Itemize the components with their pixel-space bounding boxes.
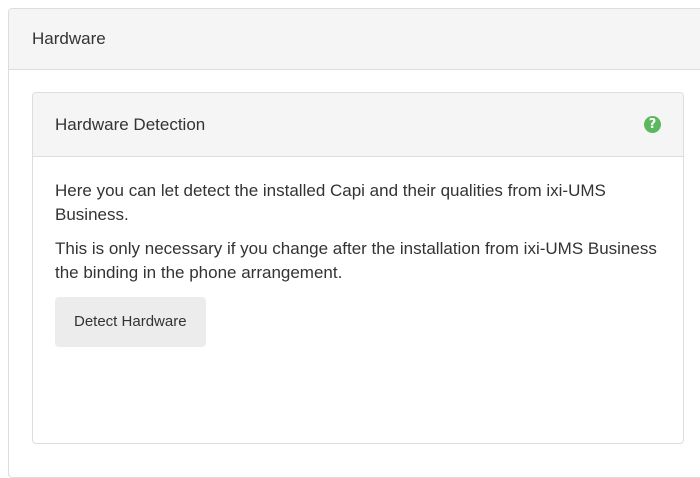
description-paragraph-2: This is only necessary if you change aft… <box>55 239 657 282</box>
detect-hardware-button[interactable]: Detect Hardware <box>55 297 206 347</box>
hardware-detection-body: Here you can let detect the installed Ca… <box>33 157 683 347</box>
hardware-detection-panel: Hardware Detection ? Here you can let de… <box>32 92 684 444</box>
hardware-panel: Hardware Hardware Detection ? Here you c… <box>8 8 700 478</box>
question-circle-icon[interactable]: ? <box>644 116 661 133</box>
hardware-detection-title: Hardware Detection <box>55 114 206 134</box>
hardware-detection-heading: Hardware Detection ? <box>33 93 683 157</box>
description-paragraph-1: Here you can let detect the installed Ca… <box>55 181 606 224</box>
hardware-panel-title: Hardware <box>9 9 700 70</box>
